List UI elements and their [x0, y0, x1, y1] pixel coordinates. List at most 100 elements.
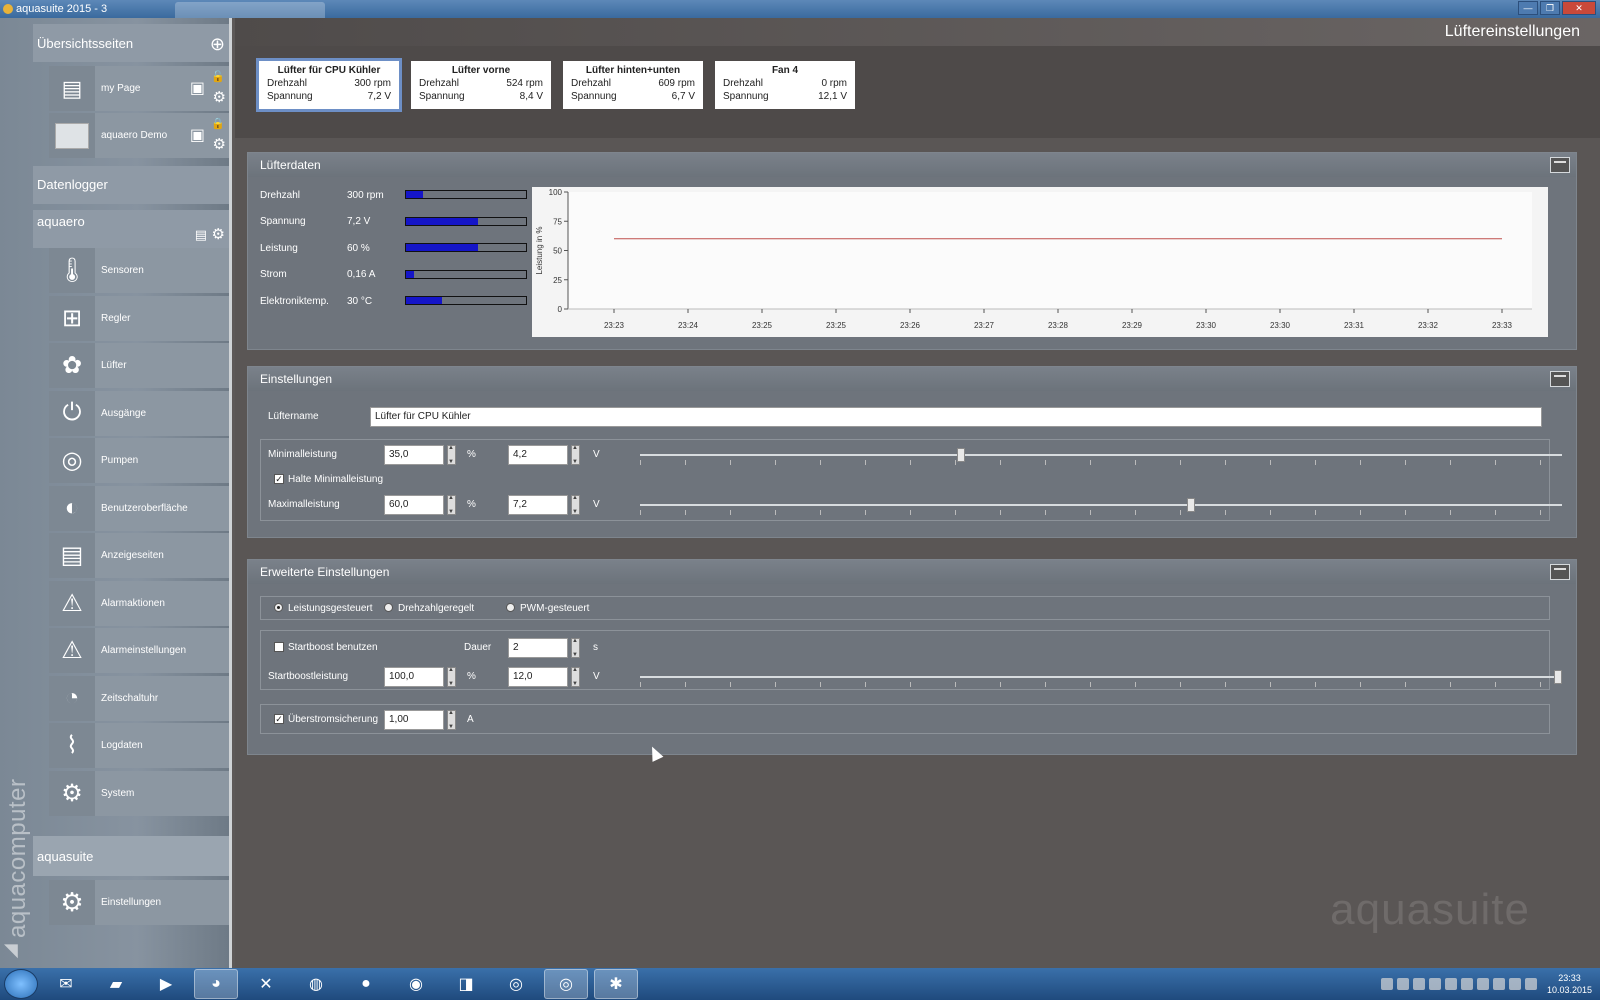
min-percent-stepper[interactable] [447, 445, 456, 465]
boost-volt-stepper[interactable] [571, 667, 580, 687]
max-power-slider[interactable] [640, 504, 1562, 506]
boost-percent-stepper[interactable] [447, 667, 456, 687]
x-tick-label: 23:26 [900, 321, 921, 330]
mode-power-label: Leistungsgesteuert [288, 603, 373, 614]
overcurrent-input[interactable]: 1,00 [384, 710, 444, 730]
sidebar-section-overview[interactable]: Übersichtsseiten ⊕ [33, 24, 229, 62]
tray-icon[interactable] [1476, 978, 1489, 990]
advanced-settings-panel: Erweiterte Einstellungen Leistungsgesteu… [247, 559, 1577, 755]
min-volt-stepper[interactable] [571, 445, 580, 465]
max-percent-stepper[interactable] [447, 495, 456, 515]
sidebar-item-system[interactable]: ⚙ System [49, 770, 229, 816]
sidebar-item-alarmaktionen[interactable]: ⚠ Alarmaktionen [49, 580, 229, 626]
sidebar-section-aquasuite[interactable]: aquasuite [33, 836, 229, 876]
outlook-icon[interactable]: ✉ [44, 969, 88, 999]
chrome-icon[interactable]: ◎ [494, 969, 538, 999]
panel-header[interactable]: Lüfterdaten [248, 153, 1576, 177]
unlock-icon[interactable]: 🔓 [211, 70, 225, 83]
collapse-icon[interactable] [1550, 371, 1570, 387]
dashboard-icon[interactable]: ▣ [190, 78, 205, 98]
lock-icon[interactable]: 🔒 [211, 117, 225, 130]
tray-icon[interactable] [1508, 978, 1521, 990]
hold-min-checkbox[interactable]: ✓ [274, 474, 284, 484]
collapse-icon[interactable] [1550, 564, 1570, 580]
max-percent-input[interactable]: 60,0 [384, 495, 444, 515]
sidebar-item-label: Benutzeroberfläche [101, 502, 188, 514]
page-item-my-page[interactable]: ▤ my Page ▣ 🔓 ⚙ [49, 66, 229, 111]
sidebar-item-lüfter[interactable]: ✿ Lüfter [49, 343, 229, 388]
max-power-slider-thumb[interactable] [1186, 498, 1195, 512]
fan-card[interactable]: Lüfter für CPU Kühler Drehzahl 300 rpm Span… [256, 58, 402, 112]
minimize-button[interactable]: — [1518, 1, 1538, 15]
start-button[interactable] [4, 969, 38, 999]
sidebar-item-regler[interactable]: ⊞ Regler [49, 295, 229, 341]
max-volt-stepper[interactable] [571, 495, 580, 515]
sidebar-item-sensoren[interactable]: 🌡 Sensoren [49, 248, 229, 293]
sidebar-item-benutzeroberfläche[interactable]: ◐ Benutzeroberfläche [49, 485, 229, 531]
boost-power-slider[interactable] [640, 676, 1562, 678]
gear-icon[interactable]: ⚙ [213, 135, 226, 153]
panel-header[interactable]: Einstellungen [248, 367, 1576, 391]
sidebar-item-pumpen[interactable]: ◎ Pumpen [49, 438, 229, 483]
uplay-icon[interactable]: ◨ [444, 969, 488, 999]
gear-icon[interactable]: ⚙ [212, 225, 225, 243]
overcurrent-stepper[interactable] [447, 710, 456, 730]
fan-name-input[interactable]: Lüfter für CPU Kühler [370, 407, 1542, 427]
boost-volt-input[interactable]: 12,0 [508, 667, 568, 687]
aquasuite-icon[interactable]: ◕ [194, 969, 238, 999]
browser-icon[interactable]: ● [344, 969, 388, 999]
steam-icon[interactable]: ◉ [394, 969, 438, 999]
overcurrent-checkbox[interactable]: ✓ [274, 714, 284, 724]
tray-icon[interactable] [1524, 978, 1537, 990]
folder-icon[interactable]: ▰ [94, 969, 138, 999]
fan-data-row: Spannung 7,2 V [260, 214, 540, 230]
tray-icon[interactable] [1428, 978, 1441, 990]
tray-icon[interactable] [1444, 978, 1457, 990]
min-power-slider[interactable] [640, 454, 1562, 456]
max-volt-input[interactable]: 7,2 [508, 495, 568, 515]
add-page-icon[interactable]: ⊕ [210, 34, 225, 55]
fan-card[interactable]: Lüfter hinten+unten Drehzahl 609 rpm Spannu… [563, 61, 703, 109]
mode-speed-radio[interactable] [384, 603, 393, 612]
min-percent-input[interactable]: 35,0 [384, 445, 444, 465]
boost-percent-input[interactable]: 100,0 [384, 667, 444, 687]
network-icon[interactable]: ◍ [294, 969, 338, 999]
sidebar-item-zeitschaltuhr[interactable]: ◔ Zeitschaltuhr [49, 675, 229, 721]
sidebar-item-alarmeinstellungen[interactable]: ⚠ Alarmeinstellungen [49, 628, 229, 673]
sidebar-section-aquaero[interactable]: aquaero ▤ ⚙ [33, 210, 229, 248]
media-player-icon[interactable]: ▶ [144, 969, 188, 999]
tray-icon[interactable] [1460, 978, 1473, 990]
sidebar-item-ausgänge[interactable]: ⏻ Ausgänge [49, 390, 229, 436]
fan-card[interactable]: Lüfter vorne Drehzahl 524 rpm Spannung 8,4 V [411, 61, 551, 109]
mode-pwm-radio[interactable] [506, 603, 515, 612]
tray-icon[interactable] [1380, 978, 1393, 990]
overview-heading: Übersichtsseiten [37, 36, 134, 51]
duration-stepper[interactable] [571, 638, 580, 658]
sidebar-item-einstellungen[interactable]: ⚙ Einstellungen [49, 880, 229, 925]
min-power-slider-thumb[interactable] [957, 448, 966, 462]
startboost-checkbox[interactable] [274, 642, 284, 652]
page-item-aquaero-demo[interactable]: aquaero Demo ▣ 🔒 ⚙ [49, 113, 229, 158]
tray-icon[interactable] [1492, 978, 1505, 990]
mode-power-radio[interactable] [274, 603, 283, 612]
tray-icon[interactable] [1412, 978, 1425, 990]
sidebar-section-datalogger[interactable]: Datenlogger [33, 166, 229, 204]
min-volt-input[interactable]: 4,2 [508, 445, 568, 465]
boost-power-slider-thumb[interactable] [1554, 670, 1562, 684]
close-button[interactable]: ✕ [1562, 1, 1596, 15]
chrome-icon[interactable]: ◎ [544, 969, 588, 999]
dashboard-icon[interactable]: ▣ [190, 125, 205, 145]
maximize-button[interactable]: ❐ [1540, 1, 1560, 15]
duration-input[interactable]: 2 [508, 638, 568, 658]
tool-icon[interactable]: ✕ [244, 969, 288, 999]
panel-header[interactable]: Erweiterte Einstellungen [248, 560, 1576, 584]
tray-icon[interactable] [1396, 978, 1409, 990]
fan-card[interactable]: Fan 4 Drehzahl 0 rpm Spannung 12,1 V [715, 61, 855, 109]
sidebar-item-anzeigeseiten[interactable]: ▤ Anzeigeseiten [49, 533, 229, 578]
app-icon[interactable]: ✱ [594, 969, 638, 999]
save-icon[interactable]: ▤ [195, 227, 207, 243]
taskbar-clock[interactable]: 23:33 10.03.2015 [1547, 972, 1592, 996]
sidebar-item-logdaten[interactable]: ⌇ Logdaten [49, 723, 229, 768]
collapse-icon[interactable] [1550, 157, 1570, 173]
gear-icon[interactable]: ⚙ [213, 88, 226, 106]
